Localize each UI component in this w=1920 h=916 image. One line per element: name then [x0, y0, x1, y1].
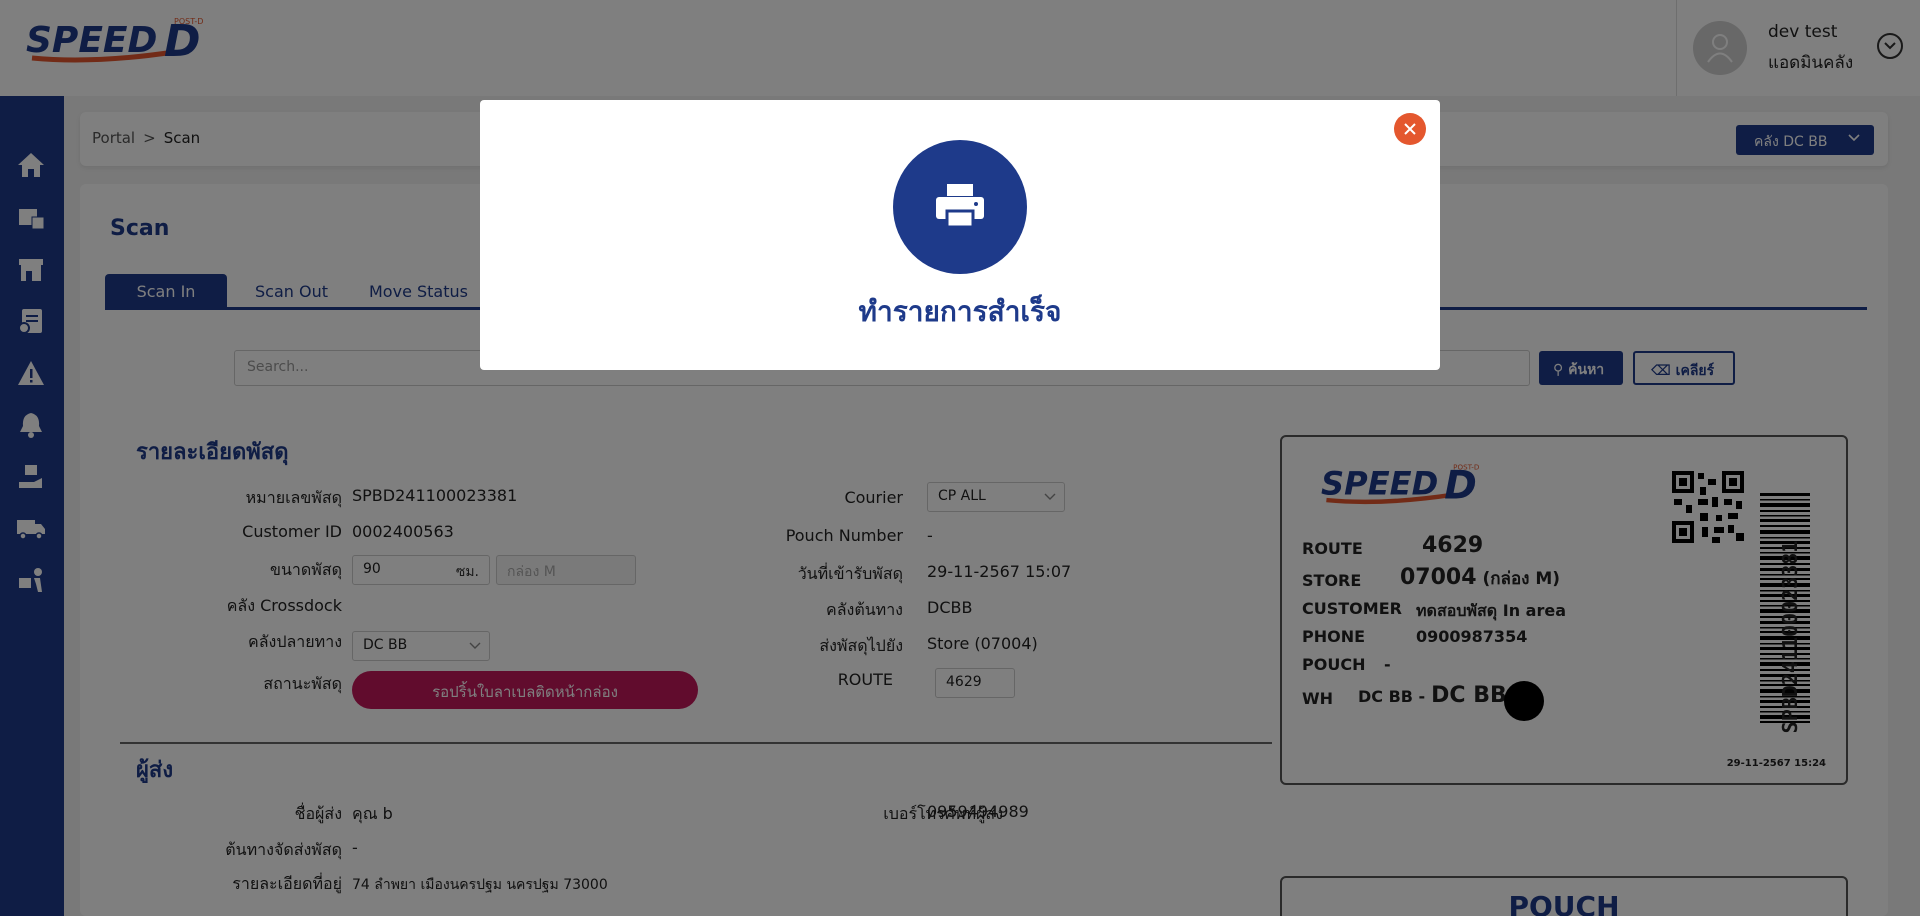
success-modal: ทำรายการสำเร็จ	[480, 100, 1440, 370]
printer-icon	[893, 140, 1027, 274]
modal-message: ทำรายการสำเร็จ	[858, 295, 1062, 328]
close-icon[interactable]	[1394, 113, 1426, 145]
